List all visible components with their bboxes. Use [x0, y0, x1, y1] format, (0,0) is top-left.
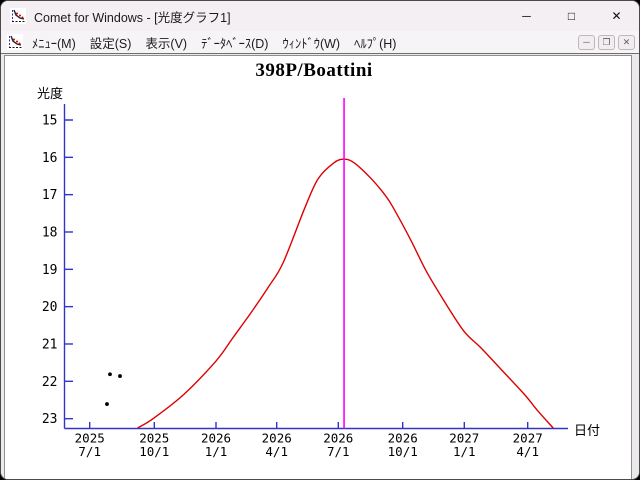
- menu-item-1[interactable]: ﾒﾆｭｰ(M): [32, 33, 76, 52]
- title-bar: Comet for Windows - [光度グラフ1] ─ □ ✕: [1, 1, 639, 31]
- menu-item-3[interactable]: 表示(V): [145, 33, 187, 52]
- mdi-document-lightcurve-icon[interactable]: [7, 34, 23, 50]
- chart-title: 398P/Boattini: [255, 60, 373, 81]
- menu-items: ﾒﾆｭｰ(M) 設定(S) 表示(V) ﾃﾞｰﾀﾍﾞｰｽ(D) ｳｨﾝﾄﾞｳ(W) ﾍﾙﾌ…: [32, 33, 410, 52]
- mdi-window-controls: ─ ❐ ✕: [578, 35, 635, 50]
- menu-item-5[interactable]: ｳｨﾝﾄﾞｳ(W): [282, 33, 340, 52]
- close-icon[interactable]: ✕: [594, 1, 639, 31]
- x-axis-title: 日付: [574, 423, 601, 438]
- graph-canvas: [4, 55, 632, 479]
- lightcurve-chart-icon: [10, 8, 26, 24]
- mdi-close-icon[interactable]: ✕: [618, 35, 635, 50]
- app-window: Comet for Windows - [光度グラフ1] ─ □ ✕ ﾒﾆｭｰ(…: [0, 0, 640, 480]
- maximize-icon[interactable]: □: [549, 1, 594, 31]
- menu-bar: ﾒﾆｭｰ(M) 設定(S) 表示(V) ﾃﾞｰﾀﾍﾞｰｽ(D) ｳｨﾝﾄﾞｳ(W) ﾍﾙﾌ…: [1, 31, 639, 54]
- menu-item-2[interactable]: 設定(S): [90, 33, 132, 52]
- menu-item-4[interactable]: ﾃﾞｰﾀﾍﾞｰｽ(D): [201, 33, 268, 52]
- y-axis-title: 光度: [37, 86, 64, 101]
- window-controls: ─ □ ✕: [504, 1, 639, 31]
- menu-item-6[interactable]: ﾍﾙﾌﾟ(H): [354, 33, 396, 52]
- mdi-restore-icon[interactable]: ❐: [598, 35, 615, 50]
- window-title: Comet for Windows - [光度グラフ1]: [34, 10, 231, 25]
- graph-client-area: [1, 55, 639, 479]
- mdi-minimize-icon[interactable]: ─: [578, 35, 595, 50]
- minimize-icon[interactable]: ─: [504, 1, 549, 31]
